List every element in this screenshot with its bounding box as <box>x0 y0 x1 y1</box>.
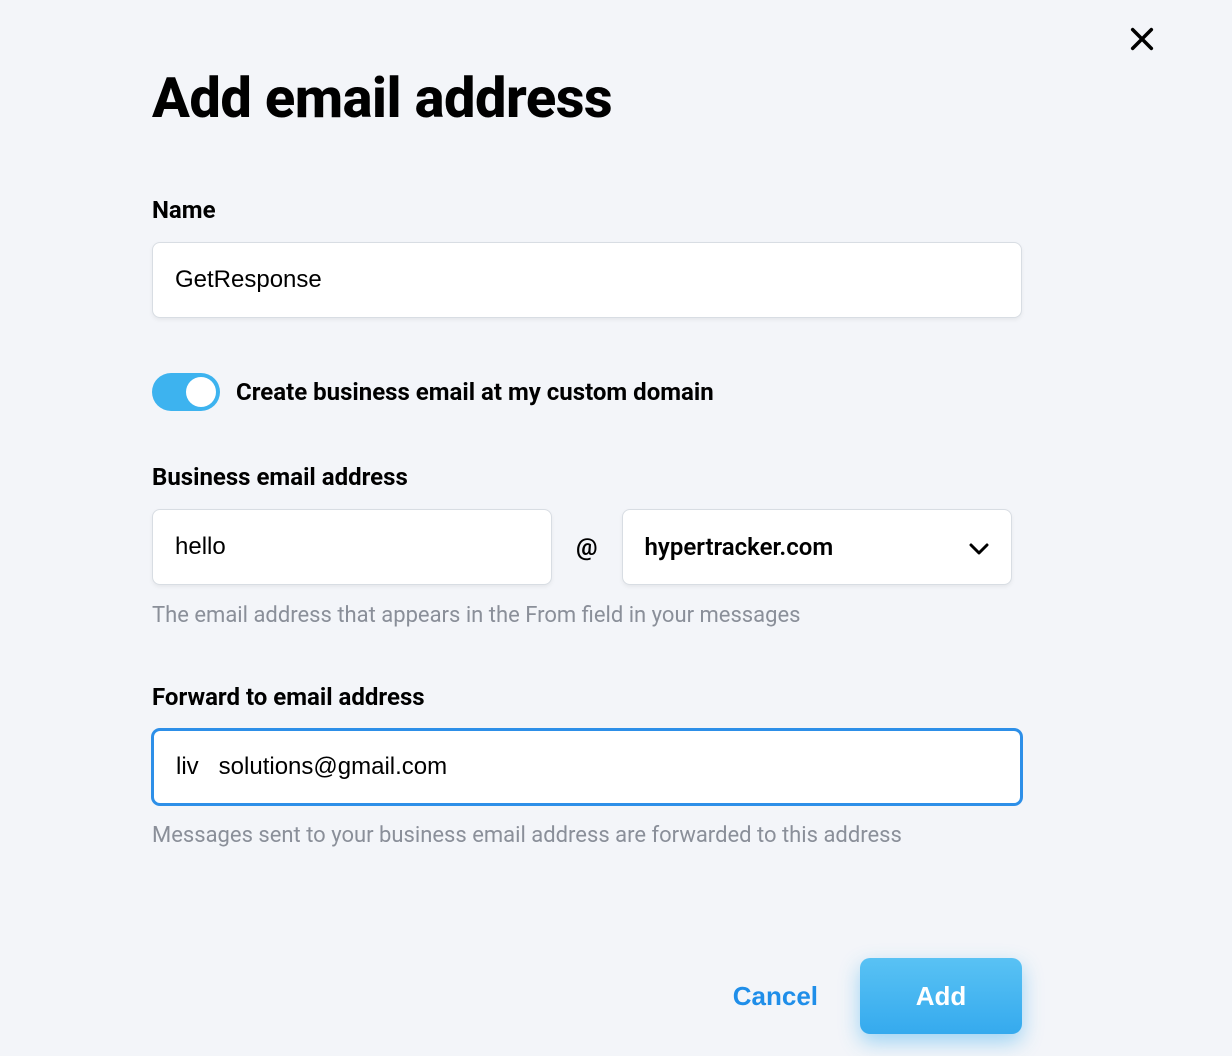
domain-select-value: hypertracker.com <box>645 533 834 561</box>
business-email-row: @ hypertracker.com <box>152 509 1082 585</box>
toggle-knob <box>186 377 216 407</box>
toggle-label: Create business email at my custom domai… <box>236 378 714 406</box>
chevron-down-icon <box>969 533 989 561</box>
forward-email-helper: Messages sent to your business email add… <box>152 823 1082 848</box>
close-button[interactable] <box>1122 20 1162 60</box>
button-row: Cancel Add <box>152 958 1022 1034</box>
business-email-label: Business email address <box>152 463 1082 491</box>
business-email-domain-select[interactable]: hypertracker.com <box>622 509 1012 585</box>
cancel-button[interactable]: Cancel <box>733 981 818 1012</box>
business-email-local-input[interactable] <box>152 509 552 585</box>
forward-email-label: Forward to email address <box>152 683 1082 711</box>
modal-content: Add email address Name Create business e… <box>0 0 1232 1034</box>
custom-domain-toggle-row: Create business email at my custom domai… <box>152 373 1082 411</box>
modal-title: Add email address <box>152 65 1082 131</box>
forward-email-group: Forward to email address Messages sent t… <box>152 683 1082 848</box>
custom-domain-toggle[interactable] <box>152 373 220 411</box>
add-button[interactable]: Add <box>860 958 1022 1034</box>
name-field-group: Name <box>152 196 1082 318</box>
close-icon <box>1128 25 1156 56</box>
forward-email-input[interactable] <box>152 729 1022 805</box>
name-input[interactable] <box>152 242 1022 318</box>
business-email-group: Business email address @ hypertracker.co… <box>152 463 1082 628</box>
at-symbol: @ <box>576 533 598 561</box>
business-email-helper: The email address that appears in the Fr… <box>152 603 1082 628</box>
name-label: Name <box>152 196 1082 224</box>
